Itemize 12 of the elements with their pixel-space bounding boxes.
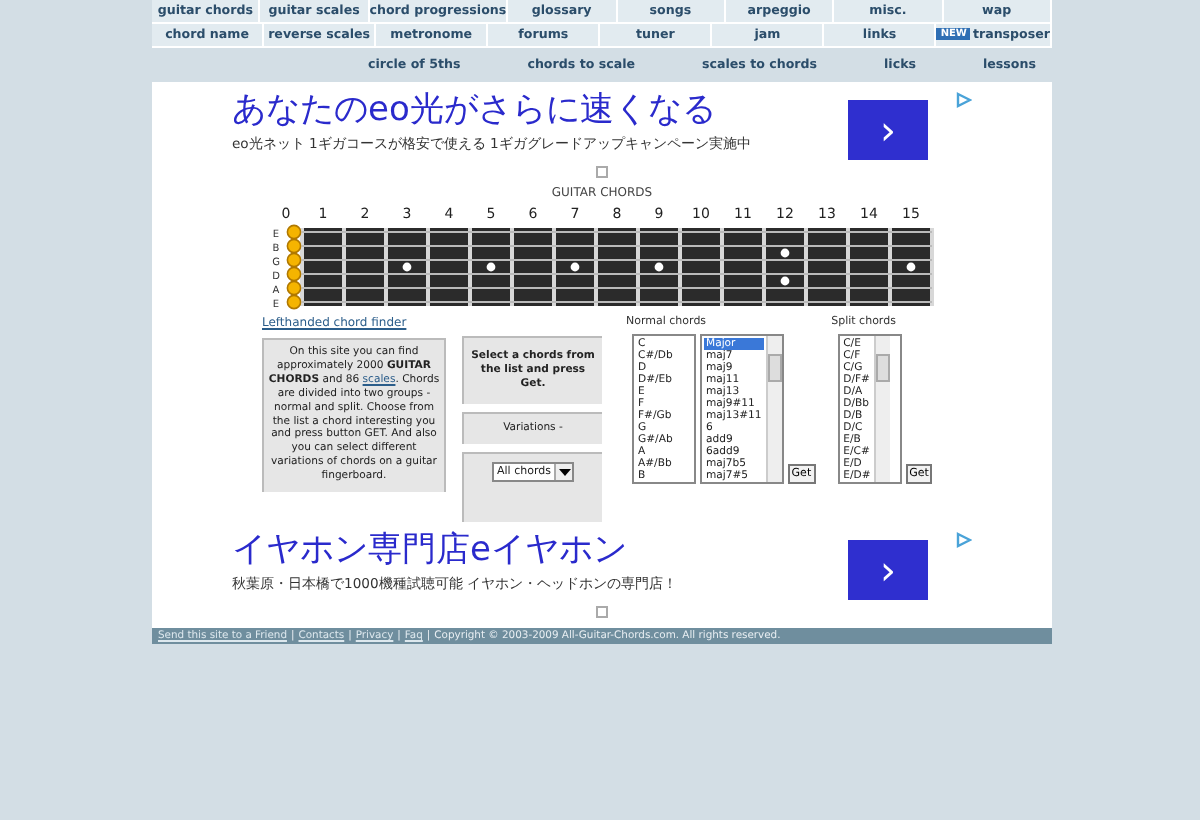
ad-arrow-button[interactable]: › — [848, 540, 928, 600]
scrollbar[interactable] — [765, 336, 782, 482]
ad-marker-icon — [596, 166, 608, 178]
scrollbar[interactable] — [874, 336, 891, 482]
ad-arrow-button[interactable]: › — [848, 100, 928, 160]
fretboard-drawing[interactable] — [286, 224, 934, 310]
ad-marker-icon — [596, 606, 608, 618]
ad-headline[interactable]: あなたのeo光がさらに速くなる — [232, 88, 848, 132]
dropdown-arrow-icon[interactable] — [557, 467, 572, 477]
ad-choices-icon[interactable] — [956, 532, 972, 548]
ad-headline[interactable]: イヤホン専門店eイヤホン — [232, 528, 848, 572]
ad-choices-icon[interactable] — [956, 92, 972, 108]
